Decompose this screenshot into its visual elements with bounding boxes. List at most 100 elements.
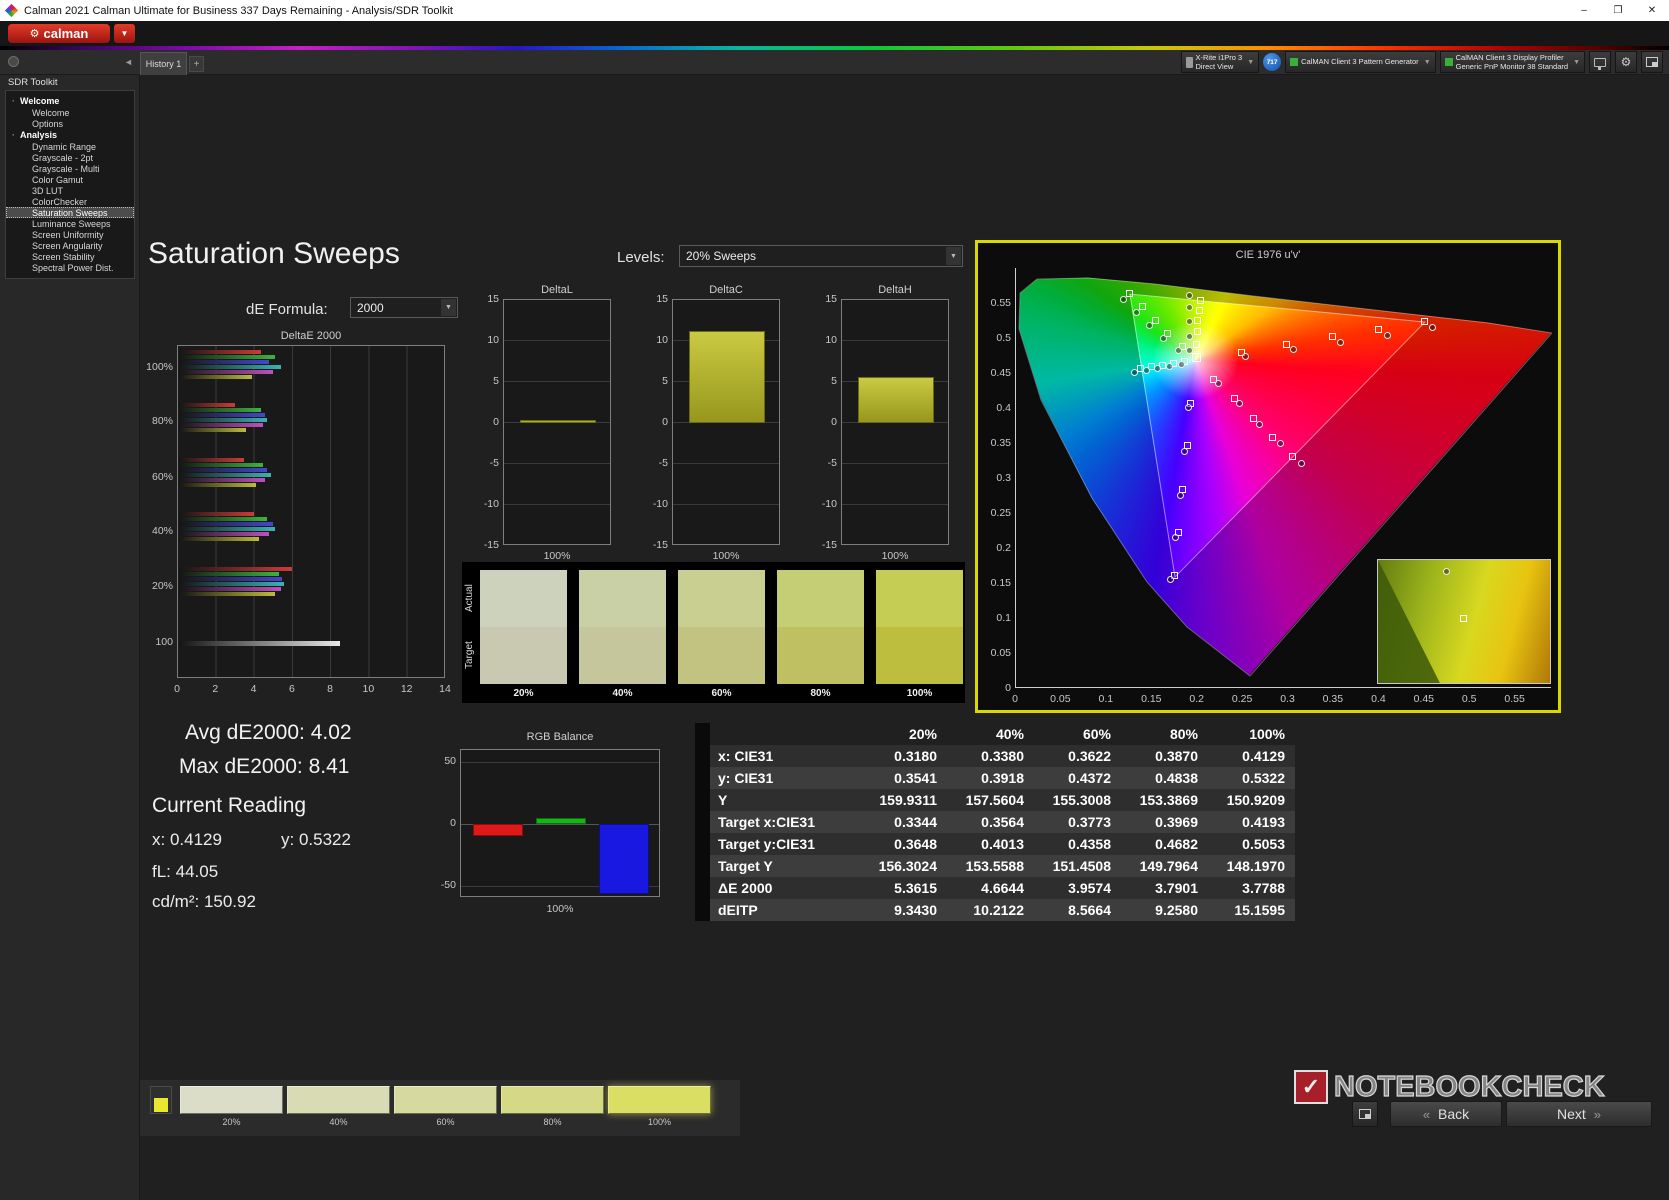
cie-measured-point: [1177, 360, 1185, 368]
deltac-chart: DeltaC 15 10 5 0 -5 -10 -15 100%: [648, 284, 784, 566]
calman-menu-button[interactable]: ▼: [114, 24, 135, 43]
chevron-down-icon: ▼: [441, 299, 456, 316]
y-axis-label: 0: [450, 817, 456, 829]
sidebar-item-3d-lut[interactable]: 3D LUT: [6, 185, 134, 196]
meter-status-badge[interactable]: 717: [1263, 53, 1282, 71]
sidebar-item-screen-uniformity[interactable]: Screen Uniformity: [6, 229, 134, 240]
close-button[interactable]: ✕: [1635, 0, 1669, 21]
cie-y-label: 0.35: [990, 437, 1011, 449]
swatch-column-label: 100%: [906, 688, 933, 699]
y-axis-label: 15: [487, 293, 499, 305]
bar: [179, 532, 269, 536]
meter-device-button[interactable]: X-Rite i1Pro 3 Direct View ▼: [1180, 51, 1260, 73]
y-axis-label: -15: [821, 539, 837, 551]
sidebar-item-color-gamut[interactable]: Color Gamut: [6, 174, 134, 185]
pattern-swatch-20[interactable]: [180, 1086, 283, 1114]
bar-group-100: [179, 641, 340, 647]
sidebar-item-welcome[interactable]: Welcome: [6, 107, 134, 118]
target-swatch-80: [777, 627, 864, 684]
workspace-knob-icon[interactable]: [8, 56, 19, 67]
cie-y-label: 0.5: [996, 332, 1011, 344]
levels-dropdown[interactable]: 20% Sweeps ▼: [679, 245, 963, 267]
cie-target-point: [1138, 302, 1146, 310]
sidebar-item-grayscale-2pt[interactable]: Grayscale - 2pt: [6, 152, 134, 163]
bar: [179, 463, 264, 467]
back-button[interactable]: « Back: [1390, 1101, 1502, 1127]
chevron-down-icon: ▼: [1423, 58, 1431, 66]
chevron-down-icon: ▼: [1247, 58, 1255, 66]
sidebar-collapse-arrow[interactable]: ◄: [124, 57, 133, 67]
tab-history-1[interactable]: History 1: [140, 52, 187, 75]
pattern-swatch-100[interactable]: [608, 1086, 711, 1114]
cie-target-point: [1375, 326, 1383, 333]
sidebar-item-options[interactable]: Options: [6, 118, 134, 129]
pattern-swatch-label: 100%: [647, 1117, 672, 1127]
de-formula-dropdown[interactable]: 2000 ▼: [350, 297, 458, 318]
reading-cdm2: cd/m²: 150.92: [152, 892, 256, 911]
maximize-button[interactable]: ❐: [1601, 0, 1635, 21]
cie-measured-point: [1289, 345, 1297, 353]
pattern-window-button[interactable]: [1352, 1101, 1378, 1127]
display-profiler-button[interactable]: CalMAN Client 3 Display Profiler Generic …: [1439, 51, 1585, 73]
settings-button[interactable]: ⚙: [1615, 51, 1637, 73]
sidebar-item-screen-angularity[interactable]: Screen Angularity: [6, 240, 134, 251]
reading-fl: fL: 44.05: [152, 862, 219, 881]
row-label: ΔE 2000: [718, 880, 773, 896]
gear-icon: ⚙: [1620, 55, 1632, 69]
deltac-plot: [672, 299, 780, 545]
sidebar-item-grayscale-multi[interactable]: Grayscale - Multi: [6, 163, 134, 174]
minimize-button[interactable]: –: [1567, 0, 1601, 21]
next-button[interactable]: Next »: [1506, 1101, 1652, 1127]
deltal-title: DeltaL: [541, 284, 573, 296]
cie-x-label: 0.25: [1231, 693, 1253, 705]
cie-inset-measured-point: [1442, 568, 1450, 576]
avg-de2000: Avg dE2000: 4.02: [185, 721, 352, 744]
bar: [179, 370, 273, 374]
sidebar-item-luminance-sweeps[interactable]: Luminance Sweeps: [6, 218, 134, 229]
cie-y-label: 0.45: [990, 367, 1011, 379]
bar: [179, 360, 269, 364]
pattern-swatch-40[interactable]: [287, 1086, 390, 1114]
sidebar-item-screen-stability[interactable]: Screen Stability: [6, 251, 134, 262]
y-axis-label: 5: [662, 375, 668, 387]
cell-value: 153.5588: [965, 858, 1024, 874]
swatch-comparison-panel: Actual Target 20% 40% 60% 80% 100%: [462, 562, 965, 703]
cie-target-point: [1194, 316, 1202, 324]
deltac-bar: [689, 331, 765, 423]
pattern-swatch-80[interactable]: [501, 1086, 604, 1114]
y-axis-label: -15: [483, 539, 499, 551]
calman-logo[interactable]: ⚙ calman: [8, 24, 110, 43]
meter-icon: [1185, 56, 1193, 68]
sidebar-item-spectral-power-dist[interactable]: Spectral Power Dist.: [6, 262, 134, 273]
pattern-preview-tile[interactable]: [150, 1086, 172, 1114]
sidebar-item-colorchecker[interactable]: ColorChecker: [6, 196, 134, 207]
bar: [179, 350, 262, 354]
row-label: Target Y: [718, 858, 773, 874]
cie-measured-point: [1159, 334, 1167, 342]
cell-value: 149.7964: [1139, 858, 1198, 874]
bar: [179, 408, 262, 412]
actual-swatch-20: [480, 570, 567, 627]
y-axis-label: -5: [489, 457, 499, 469]
add-tab-button[interactable]: +: [189, 56, 204, 72]
sidebar: SDR Toolkit WelcomeWelcomeOptionsAnalysi…: [0, 75, 140, 1200]
sidebar-item-dynamic-range[interactable]: Dynamic Range: [6, 141, 134, 152]
swatch-column-label: 60%: [711, 688, 732, 699]
column-header: 60%: [1082, 726, 1111, 742]
meter-label: X-Rite i1Pro 3 Direct View: [1195, 52, 1243, 71]
y-axis-label: 10: [487, 334, 499, 346]
bar: [179, 527, 275, 531]
y-axis-label: 10: [656, 334, 668, 346]
bar: [179, 423, 264, 427]
pattern-swatch-60[interactable]: [394, 1086, 497, 1114]
cie-x-label: 0.4: [1371, 693, 1386, 705]
y-axis-label: -5: [658, 457, 668, 469]
pattern-popout-button[interactable]: [1641, 51, 1663, 73]
cie-x-label: 0: [1012, 693, 1018, 705]
window-title: Calman 2021 Calman Ultimate for Business…: [24, 4, 453, 17]
display-window-button[interactable]: [1589, 51, 1611, 73]
sidebar-item-saturation-sweeps[interactable]: Saturation Sweeps: [6, 207, 134, 218]
pattern-generator-button[interactable]: CalMAN Client 3 Pattern Generator ▼: [1285, 51, 1436, 73]
bar: [179, 582, 285, 586]
cie-measured-point: [1297, 459, 1305, 467]
